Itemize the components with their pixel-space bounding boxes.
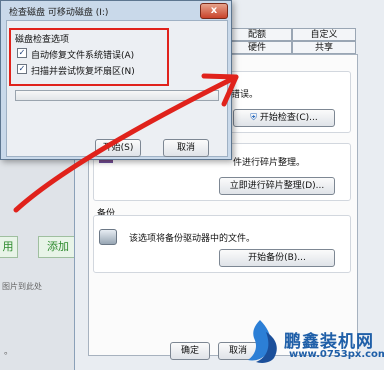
watermark-logo-icon <box>248 320 277 363</box>
watermark-url: www.0753px.com <box>289 349 384 360</box>
annotation-arrow <box>13 73 239 213</box>
